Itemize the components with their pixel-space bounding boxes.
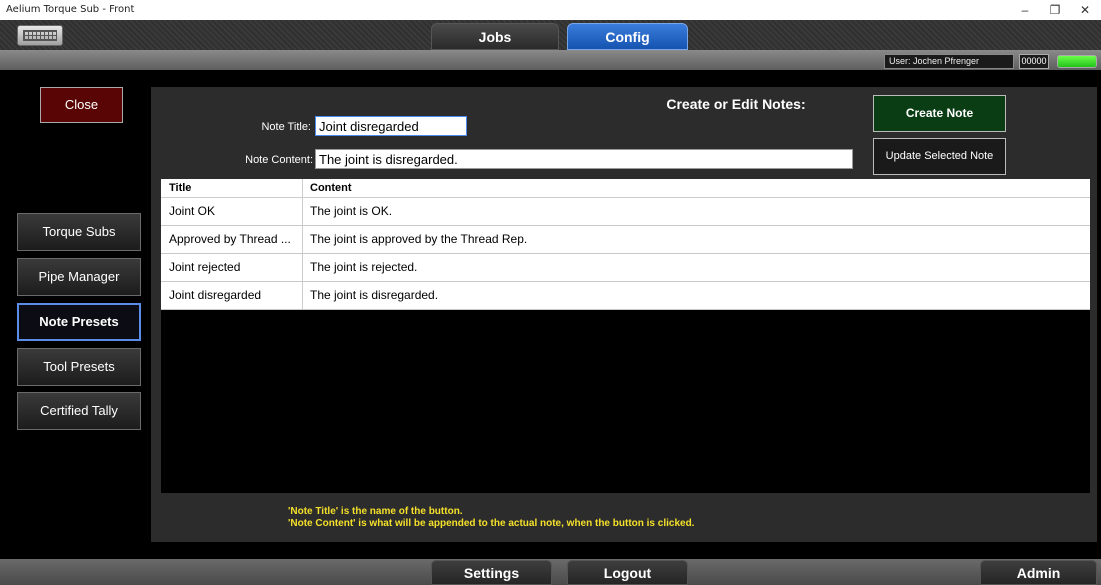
keyboard-icon[interactable] xyxy=(17,25,63,46)
sidebar-item-note-presets[interactable]: Note Presets xyxy=(17,303,141,341)
row-content: The joint is rejected. xyxy=(310,260,418,274)
settings-button[interactable]: Settings xyxy=(431,560,552,585)
note-title-label: Note Title: xyxy=(261,121,311,133)
note-editor-panel: Create or Edit Notes: Note Title: Joint … xyxy=(151,87,1097,542)
row-content: The joint is approved by the Thread Rep. xyxy=(310,232,528,246)
row-content: The joint is disregarded. xyxy=(310,288,439,302)
logout-button[interactable]: Logout xyxy=(567,560,688,585)
column-header-title[interactable]: Title xyxy=(169,179,191,197)
window-titlebar: Aelium Torque Sub - Front – ❐ ✕ xyxy=(0,0,1101,20)
bottom-bar: Settings Logout Admin xyxy=(0,559,1101,585)
row-title: Joint rejected xyxy=(169,260,241,274)
row-content: The joint is OK. xyxy=(310,204,393,218)
admin-button[interactable]: Admin xyxy=(980,560,1097,585)
help-line-title: 'Note Title' is the name of the button. xyxy=(288,506,463,517)
note-content-input[interactable]: The joint is disregarded. xyxy=(315,149,853,169)
column-header-content[interactable]: Content xyxy=(310,179,352,197)
tab-config[interactable]: Config xyxy=(567,23,688,50)
restore-icon[interactable]: ❐ xyxy=(1040,0,1070,20)
sidebar-item-certified-tally[interactable]: Certified Tally xyxy=(17,392,141,430)
close-window-icon[interactable]: ✕ xyxy=(1070,0,1100,20)
row-title: Joint OK xyxy=(169,204,216,218)
table-row[interactable]: Approved by Thread ... The joint is appr… xyxy=(161,226,1090,254)
notes-table: Title Content Joint OK The joint is OK. … xyxy=(161,179,1090,493)
tab-jobs[interactable]: Jobs xyxy=(431,23,559,50)
close-button[interactable]: Close xyxy=(40,87,123,123)
note-content-label: Note Content: xyxy=(245,154,313,166)
panel-heading: Create or Edit Notes: xyxy=(666,96,806,112)
status-bar: User: Jochen Pfrenger 00000 xyxy=(0,50,1101,70)
top-navigation-bar: Jobs Config xyxy=(0,20,1101,50)
note-title-input[interactable]: Joint disregarded xyxy=(315,116,467,136)
sidebar-item-torque-subs[interactable]: Torque Subs xyxy=(17,213,141,251)
create-note-button[interactable]: Create Note xyxy=(873,95,1006,132)
table-header: Title Content xyxy=(161,179,1090,198)
window-title: Aelium Torque Sub - Front xyxy=(6,4,135,15)
current-user: User: Jochen Pfrenger xyxy=(884,54,1014,69)
counter-display: 00000 xyxy=(1019,54,1049,69)
table-row[interactable]: Joint OK The joint is OK. xyxy=(161,198,1090,226)
table-row[interactable]: Joint disregarded The joint is disregard… xyxy=(161,282,1090,310)
help-text: 'Note Title' is the name of the button. … xyxy=(288,506,694,530)
row-title: Joint disregarded xyxy=(169,288,262,302)
connection-status-indicator xyxy=(1057,55,1097,68)
update-selected-note-button[interactable]: Update Selected Note xyxy=(873,138,1006,175)
sidebar-item-tool-presets[interactable]: Tool Presets xyxy=(17,348,141,386)
table-row[interactable]: Joint rejected The joint is rejected. xyxy=(161,254,1090,282)
help-line-content: 'Note Content' is what will be appended … xyxy=(288,518,695,529)
sidebar-item-pipe-manager[interactable]: Pipe Manager xyxy=(17,258,141,296)
minimize-icon[interactable]: – xyxy=(1010,0,1040,20)
row-title: Approved by Thread ... xyxy=(169,232,291,246)
